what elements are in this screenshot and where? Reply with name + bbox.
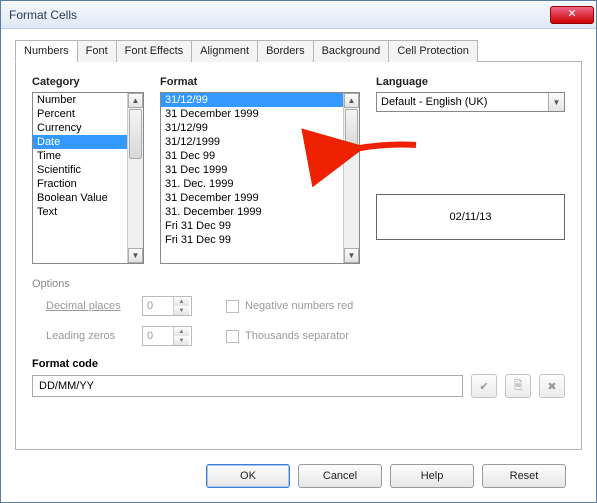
language-value: Default - English (UK) bbox=[377, 96, 548, 108]
scroll-thumb[interactable] bbox=[129, 109, 142, 159]
format-code-label: Format code bbox=[32, 358, 565, 370]
format-item[interactable]: Fri 31 Dec 99 bbox=[161, 233, 343, 247]
cancel-button[interactable]: Cancel bbox=[298, 464, 382, 488]
scroll-thumb[interactable] bbox=[345, 109, 358, 149]
apply-format-button[interactable]: ✔ bbox=[471, 374, 497, 398]
spin-up-icon: ▲ bbox=[174, 327, 189, 336]
category-item[interactable]: Date bbox=[33, 135, 127, 149]
format-scrollbar[interactable]: ▲ ▼ bbox=[343, 93, 359, 263]
titlebar: Format Cells ✕ bbox=[1, 1, 596, 29]
thousands-label: Thousands separator bbox=[245, 330, 349, 342]
preview-value: 02/11/13 bbox=[449, 211, 491, 223]
note-icon: 🗎 bbox=[514, 377, 523, 396]
format-item[interactable]: Fri 31 Dec 99 bbox=[161, 219, 343, 233]
tab-font-effects[interactable]: Font Effects bbox=[116, 40, 193, 62]
window-title: Format Cells bbox=[9, 8, 550, 22]
checkbox-icon bbox=[226, 330, 239, 343]
format-cells-dialog: Format Cells ✕ NumbersFontFont EffectsAl… bbox=[0, 0, 597, 503]
format-label: Format bbox=[160, 76, 360, 88]
category-label: Category bbox=[32, 76, 144, 88]
dialog-content: NumbersFontFont EffectsAlignmentBordersB… bbox=[1, 29, 596, 502]
negative-red-checkbox: Negative numbers red bbox=[212, 300, 565, 313]
tab-background[interactable]: Background bbox=[313, 40, 390, 62]
format-item[interactable]: 31. December 1999 bbox=[161, 205, 343, 219]
tab-strip: NumbersFontFont EffectsAlignmentBordersB… bbox=[15, 39, 582, 62]
category-item[interactable]: Fraction bbox=[33, 177, 127, 191]
tab-cell-protection[interactable]: Cell Protection bbox=[388, 40, 478, 62]
language-label: Language bbox=[376, 76, 565, 88]
close-button[interactable]: ✕ bbox=[550, 6, 594, 24]
format-item[interactable]: 31/12/99 bbox=[161, 93, 343, 107]
category-listbox[interactable]: NumberPercentCurrencyDateTimeScientificF… bbox=[32, 92, 144, 264]
delete-format-button[interactable]: ✖ bbox=[539, 374, 565, 398]
close-icon: ✕ bbox=[567, 9, 576, 20]
check-icon: ✔ bbox=[479, 380, 488, 393]
format-item[interactable]: 31 Dec 99 bbox=[161, 149, 343, 163]
format-item[interactable]: 31/12/1999 bbox=[161, 135, 343, 149]
decimal-places-spinner: ▲▼ bbox=[142, 296, 192, 316]
category-item[interactable]: Currency bbox=[33, 121, 127, 135]
tab-numbers[interactable]: Numbers bbox=[15, 40, 78, 62]
tab-panel-numbers: Category NumberPercentCurrencyDateTimeSc… bbox=[15, 62, 582, 450]
format-code-input[interactable] bbox=[32, 375, 463, 397]
format-item[interactable]: 31. Dec. 1999 bbox=[161, 177, 343, 191]
decimal-places-label: Decimal places bbox=[32, 300, 142, 312]
leading-zeros-label: Leading zeros bbox=[32, 330, 142, 342]
dialog-footer: OK Cancel Help Reset bbox=[15, 450, 582, 502]
language-combobox[interactable]: Default - English (UK) ▼ bbox=[376, 92, 565, 112]
decimal-places-input bbox=[143, 297, 173, 315]
ok-button[interactable]: OK bbox=[206, 464, 290, 488]
scroll-down-icon[interactable]: ▼ bbox=[128, 248, 143, 263]
checkbox-icon bbox=[226, 300, 239, 313]
category-item[interactable]: Number bbox=[33, 93, 127, 107]
format-listbox[interactable]: 31/12/9931 December 199931/12/9931/12/19… bbox=[160, 92, 360, 264]
format-item[interactable]: 31 December 1999 bbox=[161, 107, 343, 121]
scroll-down-icon[interactable]: ▼ bbox=[344, 248, 359, 263]
help-button[interactable]: Help bbox=[390, 464, 474, 488]
category-item[interactable]: Text bbox=[33, 205, 127, 219]
edit-comment-button[interactable]: 🗎 bbox=[505, 374, 531, 398]
format-item[interactable]: 31/12/99 bbox=[161, 121, 343, 135]
format-preview: 02/11/13 bbox=[376, 194, 565, 240]
category-item[interactable]: Boolean Value bbox=[33, 191, 127, 205]
format-item[interactable]: 31 December 1999 bbox=[161, 191, 343, 205]
category-item[interactable]: Scientific bbox=[33, 163, 127, 177]
category-scrollbar[interactable]: ▲ ▼ bbox=[127, 93, 143, 263]
reset-button[interactable]: Reset bbox=[482, 464, 566, 488]
options-label: Options bbox=[32, 278, 565, 290]
negative-red-label: Negative numbers red bbox=[245, 300, 353, 312]
tab-font[interactable]: Font bbox=[77, 40, 117, 62]
chevron-down-icon[interactable]: ▼ bbox=[548, 93, 564, 111]
leading-zeros-spinner: ▲▼ bbox=[142, 326, 192, 346]
spin-down-icon: ▼ bbox=[174, 336, 189, 345]
spin-down-icon: ▼ bbox=[174, 306, 189, 315]
spin-up-icon: ▲ bbox=[174, 297, 189, 306]
tab-alignment[interactable]: Alignment bbox=[191, 40, 258, 62]
delete-icon: ✖ bbox=[547, 380, 556, 393]
category-item[interactable]: Percent bbox=[33, 107, 127, 121]
leading-zeros-input bbox=[143, 327, 173, 345]
format-item[interactable]: 31 Dec 1999 bbox=[161, 163, 343, 177]
scroll-up-icon[interactable]: ▲ bbox=[128, 93, 143, 108]
thousands-checkbox: Thousands separator bbox=[212, 330, 565, 343]
scroll-up-icon[interactable]: ▲ bbox=[344, 93, 359, 108]
category-item[interactable]: Time bbox=[33, 149, 127, 163]
tab-borders[interactable]: Borders bbox=[257, 40, 314, 62]
